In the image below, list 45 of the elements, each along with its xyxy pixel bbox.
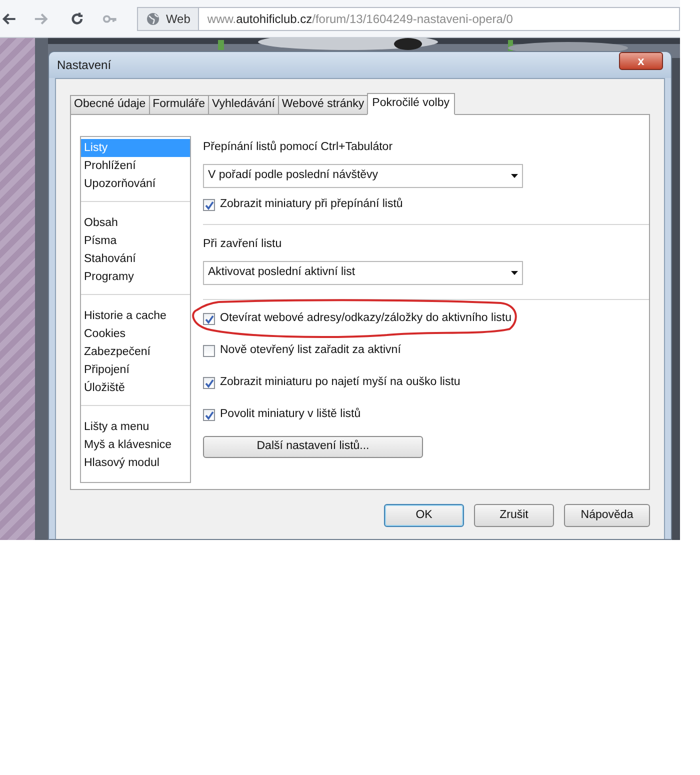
address-bar[interactable]: Web www.autohificlub.cz/forum/13/1604249-nastaveni-opera/0 — [136, 6, 680, 30]
tab[interactable]: Webové stránky — [278, 95, 368, 114]
tab[interactable]: Vyhledávání — [208, 95, 279, 114]
globe-icon — [146, 12, 160, 26]
checkbox[interactable] — [203, 313, 215, 325]
category-item[interactable]: Obsah — [81, 214, 190, 232]
category-item[interactable]: Zabezpečení — [81, 343, 190, 361]
checkbox-label: Nově otevřený list zařadit za aktivní — [220, 343, 401, 358]
section-label: Při zavření listu — [203, 237, 282, 252]
dialog-button[interactable]: Nápověda — [564, 504, 650, 527]
category-item[interactable]: Písma — [81, 232, 190, 250]
more-settings-button[interactable]: Další nastavení listů... — [203, 436, 423, 458]
checkbox[interactable] — [203, 377, 215, 389]
checkbox[interactable] — [203, 409, 215, 421]
checkbox-label: Povolit miniatury v liště listů — [220, 406, 361, 422]
caret-icon — [511, 271, 518, 275]
caret-icon — [511, 174, 518, 178]
window-title: Nastavení — [57, 57, 112, 74]
dropdown[interactable]: V pořadí podle poslední návštěvy — [203, 164, 523, 188]
category-item[interactable]: Lišty a menu — [81, 418, 190, 436]
dialog-button[interactable]: Zrušit — [474, 504, 554, 527]
category-item[interactable]: Upozorňování — [81, 175, 190, 193]
checkbox[interactable] — [203, 345, 215, 357]
checkbox-label: Otevírat webové adresy/odkazy/záložky do aktivního listu — [220, 311, 512, 326]
category-item[interactable]: Stahování — [81, 250, 190, 268]
tab[interactable]: Obecné údaje — [70, 95, 150, 114]
checkbox-label: Zobrazit miniaturu po najetí myší na ouško listu — [220, 375, 460, 390]
back-arrow-icon[interactable] — [2, 10, 18, 26]
checkbox[interactable] — [203, 199, 215, 211]
tab[interactable]: Pokročilé volby — [367, 93, 454, 115]
category-item[interactable]: Prohlížení — [81, 157, 190, 175]
checkbox-label: Zobrazit miniatury při přepínání listů — [220, 196, 403, 212]
site-info-button[interactable]: Web — [138, 8, 200, 30]
category-item[interactable]: Hlasový modul — [81, 454, 190, 472]
section-label: Přepínání listů pomocí Ctrl+Tabulátor — [203, 140, 393, 155]
category-item[interactable]: Cookies — [81, 325, 190, 343]
category-item[interactable]: Připojení — [81, 361, 190, 379]
tab[interactable]: Formuláře — [148, 95, 210, 114]
category-item[interactable]: Myš a klávesnice — [81, 436, 190, 454]
category-item[interactable]: Programy — [81, 268, 190, 286]
category-item[interactable]: Úložiště — [81, 379, 190, 397]
url-text: www.autohificlub.cz/forum/13/1604249-nastaveni-opera/0 — [207, 10, 513, 28]
category-item[interactable]: Historie a cache — [81, 307, 190, 325]
dialog-button[interactable]: OK — [384, 504, 464, 527]
dropdown[interactable]: Aktivovat poslední aktivní list — [203, 261, 523, 285]
